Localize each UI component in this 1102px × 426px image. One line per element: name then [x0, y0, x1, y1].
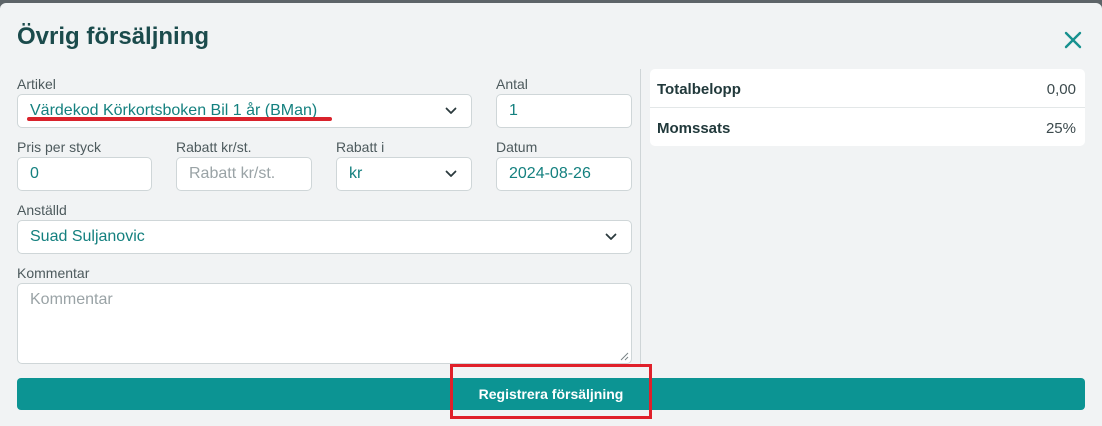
- anstalld-label: Anställd: [17, 202, 67, 218]
- pris-per-styck-label: Pris per styck: [17, 139, 102, 155]
- close-button[interactable]: [1060, 27, 1086, 53]
- datum-label: Datum: [496, 139, 538, 155]
- chevron-down-icon: [605, 232, 617, 242]
- moms-row: Momssats 25%: [650, 108, 1085, 146]
- summary-card: Totalbelopp 0,00 Momssats 25%: [650, 69, 1085, 146]
- antal-value: 1: [509, 102, 518, 119]
- dialog-title: Övrig försäljning: [17, 23, 210, 50]
- rabatt-i-value: kr: [349, 165, 363, 182]
- annotation-highlight-box: [450, 364, 652, 419]
- close-icon: [1064, 31, 1082, 49]
- anstalld-select[interactable]: Suad Suljanovic: [17, 220, 632, 254]
- column-divider: [640, 69, 641, 365]
- chevron-down-icon: [445, 169, 457, 179]
- artikel-label: Artikel: [17, 76, 56, 92]
- rabatt-kr-st-input[interactable]: Rabatt kr/st.: [176, 157, 312, 191]
- rabatt-kr-st-label: Rabatt kr/st.: [176, 139, 252, 155]
- resize-handle-icon[interactable]: [620, 352, 629, 361]
- total-value: 0,00: [1046, 81, 1076, 98]
- chevron-down-icon: [445, 106, 457, 116]
- pris-per-styck-input[interactable]: 0: [17, 157, 152, 191]
- annotation-underline: [27, 117, 332, 121]
- kommentar-placeholder: Kommentar: [30, 291, 113, 308]
- artikel-select[interactable]: Värdekod Körkortsboken Bil 1 år (BMan): [17, 94, 472, 128]
- kommentar-label: Kommentar: [17, 265, 90, 281]
- rabatt-kr-st-placeholder: Rabatt kr/st.: [189, 165, 276, 182]
- kommentar-textarea[interactable]: Kommentar: [17, 283, 632, 364]
- antal-input[interactable]: 1: [496, 94, 632, 128]
- datum-input[interactable]: 2024-08-26: [496, 157, 632, 191]
- moms-value: 25%: [1045, 120, 1076, 137]
- total-label: Totalbelopp: [657, 81, 741, 98]
- rabatt-i-select[interactable]: kr: [336, 157, 472, 191]
- rabatt-i-label: Rabatt i: [336, 139, 385, 155]
- sale-dialog: Övrig försäljning Artikel Värdekod Körko…: [0, 3, 1102, 426]
- pris-per-styck-value: 0: [30, 165, 39, 182]
- moms-label: Momssats: [657, 120, 731, 137]
- datum-value: 2024-08-26: [509, 165, 591, 182]
- antal-label: Antal: [496, 76, 528, 92]
- total-row: Totalbelopp 0,00: [650, 69, 1085, 107]
- anstalld-value: Suad Suljanovic: [30, 228, 145, 245]
